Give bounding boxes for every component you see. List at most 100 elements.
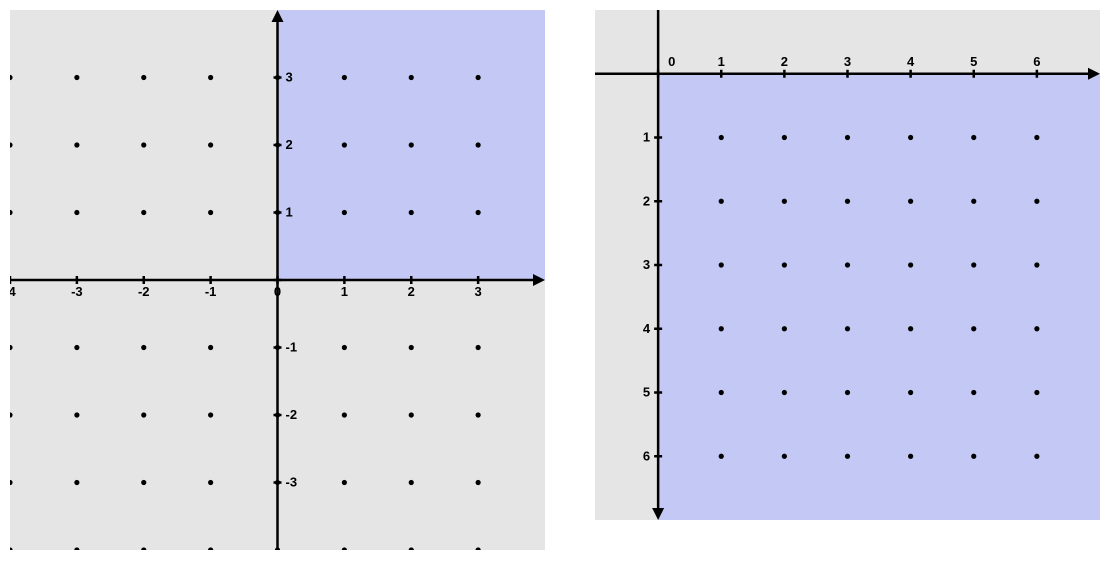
lattice-point <box>908 135 913 140</box>
x-tick-label: -4 <box>10 284 17 299</box>
y-tick-label: 2 <box>643 193 650 208</box>
lattice-point <box>141 75 146 80</box>
x-tick-label: -1 <box>205 284 217 299</box>
lattice-point <box>845 199 850 204</box>
lattice-point <box>719 326 724 331</box>
lattice-point <box>845 390 850 395</box>
y-tick-label: 1 <box>643 130 650 145</box>
lattice-point <box>782 262 787 267</box>
lattice-point <box>845 135 850 140</box>
lattice-point <box>208 345 213 350</box>
x-tick-label: 2 <box>408 284 415 299</box>
plots-container: -4-3-2-10123-3-2-1123 0123456123456 <box>0 0 1107 560</box>
lattice-point <box>908 326 913 331</box>
y-tick-label: 3 <box>643 257 650 272</box>
lattice-point <box>1034 454 1039 459</box>
lattice-point <box>719 262 724 267</box>
lattice-point <box>275 210 280 215</box>
lattice-point <box>845 454 850 459</box>
lattice-point <box>1034 390 1039 395</box>
lattice-point <box>476 412 481 417</box>
lattice-point <box>208 412 213 417</box>
lattice-point <box>342 345 347 350</box>
x-tick-label: 5 <box>970 54 977 69</box>
lattice-point <box>845 326 850 331</box>
lattice-point <box>971 262 976 267</box>
y-tick-label: -2 <box>286 407 298 422</box>
lattice-point <box>409 142 414 147</box>
x-tick-label: -2 <box>138 284 150 299</box>
lattice-point <box>971 390 976 395</box>
y-tick-label: -3 <box>286 475 298 490</box>
x-tick-label: 0 <box>668 54 675 69</box>
lattice-point <box>409 210 414 215</box>
lattice-point <box>782 326 787 331</box>
lattice-point <box>208 210 213 215</box>
lattice-point <box>971 135 976 140</box>
lattice-point <box>476 75 481 80</box>
lattice-point <box>409 480 414 485</box>
lattice-point <box>208 142 213 147</box>
lattice-point <box>208 75 213 80</box>
lattice-point <box>719 390 724 395</box>
lattice-point <box>141 345 146 350</box>
lattice-point <box>141 480 146 485</box>
lattice-point <box>275 75 280 80</box>
x-tick-label: 6 <box>1033 54 1040 69</box>
y-tick-label: -1 <box>286 340 298 355</box>
x-tick-label: -3 <box>71 284 83 299</box>
lattice-point <box>275 345 280 350</box>
lattice-point <box>74 210 79 215</box>
x-tick-label: 2 <box>781 54 788 69</box>
lattice-point <box>342 75 347 80</box>
lattice-point <box>74 142 79 147</box>
lattice-point <box>908 454 913 459</box>
highlight-region <box>658 74 1100 520</box>
lattice-point <box>141 142 146 147</box>
x-tick-label: 4 <box>907 54 915 69</box>
x-tick-label: 0 <box>274 284 281 299</box>
lattice-point <box>782 135 787 140</box>
y-tick-label: 3 <box>286 70 293 85</box>
lattice-point <box>141 210 146 215</box>
lattice-point <box>74 75 79 80</box>
lattice-point <box>342 210 347 215</box>
lattice-point <box>719 199 724 204</box>
lattice-point <box>275 142 280 147</box>
lattice-point <box>782 199 787 204</box>
lattice-point <box>208 480 213 485</box>
lattice-point <box>275 412 280 417</box>
lattice-point <box>409 412 414 417</box>
lattice-point <box>476 345 481 350</box>
lattice-point <box>782 390 787 395</box>
lattice-point <box>409 345 414 350</box>
lattice-point <box>342 480 347 485</box>
lattice-point <box>908 390 913 395</box>
lattice-point <box>719 454 724 459</box>
y-tick-label: 4 <box>643 321 651 336</box>
plot-left: -4-3-2-10123-3-2-1123 <box>10 10 545 550</box>
lattice-point <box>342 412 347 417</box>
y-tick-label: 2 <box>286 137 293 152</box>
lattice-point <box>74 412 79 417</box>
lattice-point <box>908 262 913 267</box>
lattice-point <box>971 326 976 331</box>
lattice-point <box>74 345 79 350</box>
lattice-point <box>845 262 850 267</box>
lattice-point <box>719 135 724 140</box>
lattice-point <box>1034 199 1039 204</box>
lattice-point <box>275 480 280 485</box>
lattice-point <box>409 75 414 80</box>
lattice-point <box>1034 326 1039 331</box>
y-tick-label: 6 <box>643 448 650 463</box>
lattice-point <box>1034 262 1039 267</box>
y-tick-label: 1 <box>286 205 293 220</box>
lattice-point <box>1034 135 1039 140</box>
lattice-point <box>342 142 347 147</box>
x-tick-label: 3 <box>475 284 482 299</box>
lattice-point <box>971 199 976 204</box>
lattice-point <box>74 480 79 485</box>
plot-right: 0123456123456 <box>595 10 1100 550</box>
lattice-point <box>908 199 913 204</box>
y-tick-label: 5 <box>643 385 650 400</box>
